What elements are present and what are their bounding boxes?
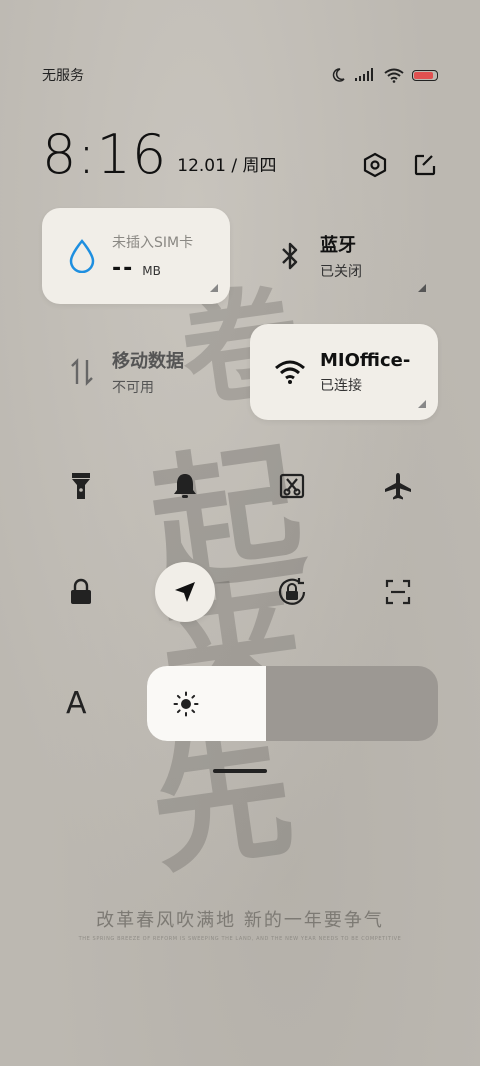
mobile-data-tile[interactable]: 移动数据 不可用 [42,324,230,420]
bluetooth-icon [274,240,306,272]
expand-corner-icon [418,400,426,408]
sun-icon [173,691,199,717]
scan-toggle[interactable] [368,562,428,622]
brightness-slider[interactable] [147,666,438,741]
location-icon [175,582,195,602]
battery-fill [414,71,433,79]
expand-corner-icon [418,284,426,292]
date: 12.01 / 周四 [177,156,277,176]
data-usage-unit: MB [142,263,161,278]
carrier-label: 无服务 [42,68,84,84]
screenshot-toggle[interactable] [262,456,322,516]
flashlight-toggle[interactable] [51,456,111,516]
moon-icon [332,68,345,82]
status-bar: 无服务 [42,60,438,90]
bluetooth-text: 蓝牙 已关闭 [320,231,362,281]
airplane-icon [385,473,411,500]
location-toggle[interactable] [155,562,215,622]
screenshot-icon [279,473,305,499]
brightness-fill [147,666,267,741]
lock-screen-toggle[interactable] [51,562,111,622]
header-actions [362,152,438,178]
data-usage-value-row: -- MB [112,256,193,281]
lock-icon [71,578,91,604]
rotation-lock-toggle[interactable] [262,562,322,622]
wallpaper-slogan: 改革春风吹满地 新的一年要争气 [96,910,384,931]
font-size-button[interactable]: A [66,686,87,721]
header: 8:16 12.01 / 周四 [42,118,438,182]
data-usage-tile[interactable]: 未插入SIM卡 -- MB [42,208,230,304]
mobile-data-icon [66,356,98,388]
mobile-data-title: 移动数据 [112,351,184,372]
bluetooth-tile[interactable]: 蓝牙 已关闭 [250,208,438,304]
clock: 8:16 [42,123,168,186]
wifi-status-icon [384,68,404,83]
wifi-text: MIOffice- 已连接 [320,350,410,395]
edit-icon[interactable] [412,152,438,178]
wifi-icon [274,356,306,388]
mobile-data-status: 不可用 [112,380,154,396]
battery-icon [412,69,438,81]
settings-hexagon-icon[interactable] [362,152,388,178]
airplane-toggle[interactable] [368,456,428,516]
flashlight-icon [72,473,90,499]
signal-icon [355,68,373,81]
mute-toggle[interactable] [155,456,215,516]
mobile-data-text: 移动数据 不可用 [112,347,184,397]
bluetooth-status: 已关闭 [320,264,362,280]
rotation-lock-icon [278,578,306,605]
expand-corner-icon [210,284,218,292]
drag-handle[interactable] [213,769,267,773]
status-icons [330,67,438,83]
scan-icon [385,579,411,605]
water-drop-icon [66,239,98,273]
sim-status: 未插入SIM卡 [112,234,194,251]
bluetooth-title: 蓝牙 [320,235,356,256]
data-usage-text: 未插入SIM卡 -- MB [112,232,193,281]
wifi-tile[interactable]: MIOffice- 已连接 [250,324,438,420]
data-usage-value: -- [112,255,135,281]
wifi-status: 已连接 [320,377,362,394]
wifi-ssid: MIOffice- [320,349,411,371]
wallpaper-slogan-en: THE SPRING BREEZE OF REFORM IS SWEEPING … [78,936,402,942]
bell-icon [174,474,196,498]
